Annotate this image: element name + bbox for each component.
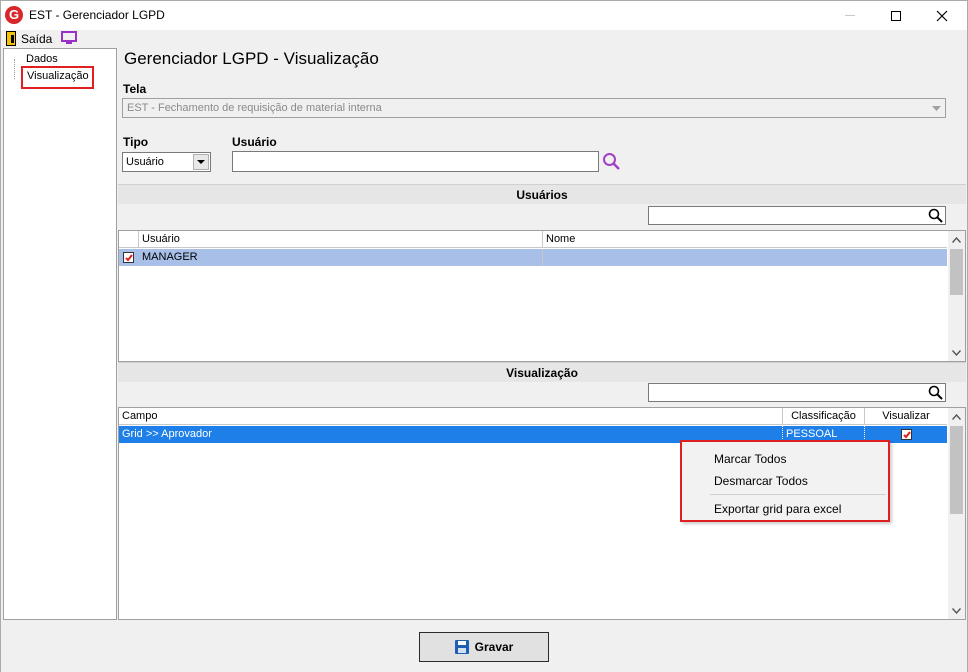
usuarios-search-input[interactable] [648,206,946,225]
usuarios-section-header: Usuários [118,184,966,204]
tree-item-visualizacao[interactable]: Visualização [21,66,94,89]
table-row[interactable]: MANAGER [119,249,947,266]
column-header-classificacao[interactable]: Classificação [783,408,865,425]
close-icon [936,10,948,21]
scroll-up-icon[interactable] [948,231,965,248]
menu-item-desmarcar-todos[interactable]: Desmarcar Todos [714,474,808,488]
exit-menu-item[interactable]: Saída [21,32,52,46]
tipo-select-value: Usuário [126,156,164,168]
search-icon[interactable] [928,385,943,400]
usuario-field[interactable] [232,151,599,172]
menu-item-marcar-todos[interactable]: Marcar Todos [714,452,786,466]
save-icon [454,640,469,654]
usuarios-grid-header: Usuário Nome [119,231,947,248]
app-logo-icon: G [5,6,23,24]
tipo-label: Tipo [123,135,149,149]
chevron-down-icon[interactable] [928,99,945,117]
navigation-tree: Dados Visualização [3,48,117,620]
exit-door-icon[interactable] [6,31,16,46]
checkmark-icon [901,430,911,439]
scroll-thumb[interactable] [950,249,963,295]
menu-bar: Saída [1,30,967,48]
column-header-campo[interactable]: Campo [119,408,783,425]
usuario-label: Usuário [232,135,277,149]
usuarios-grid-scrollbar[interactable] [948,231,965,361]
visualizacao-section-header: Visualização [118,362,966,382]
menu-item-exportar-excel[interactable]: Exportar grid para excel [714,502,841,516]
minimize-button[interactable] [827,1,873,30]
context-menu: Marcar Todos Desmarcar Todos Exportar gr… [680,440,890,522]
row-checkbox[interactable] [123,252,134,263]
visualizar-checkbox[interactable] [900,429,912,440]
page-title: Gerenciador LGPD - Visualização [124,49,379,68]
scroll-down-icon[interactable] [948,602,965,619]
tela-label: Tela [123,82,147,96]
tela-select-value: EST - Fechamento de requisição de materi… [127,102,382,114]
scroll-up-icon[interactable] [948,408,965,425]
tipo-select[interactable]: Usuário [122,152,211,172]
checkmark-icon [124,253,133,262]
app-window: G EST - Gerenciador LGPD Saída Dados Vis… [0,0,968,672]
search-icon[interactable] [602,152,621,171]
column-header-visualizar[interactable]: Visualizar [865,408,947,425]
title-bar: G EST - Gerenciador LGPD [1,1,967,30]
window-title: EST - Gerenciador LGPD [29,8,165,22]
nome-cell [543,249,947,266]
search-icon[interactable] [928,208,943,223]
monitor-icon[interactable] [61,31,77,45]
checkbox-column-header [119,231,139,248]
scroll-down-icon[interactable] [948,344,965,361]
menu-separator [710,494,886,495]
maximize-button[interactable] [873,1,919,30]
visualizacao-search-input[interactable] [648,383,946,402]
chevron-down-icon[interactable] [193,154,209,170]
usuarios-grid: Usuário Nome MANAGER [118,230,966,362]
scroll-thumb[interactable] [950,426,963,514]
visualizacao-grid-header: Campo Classificação Visualizar [119,408,947,425]
close-button[interactable] [919,1,965,30]
tree-item-dados[interactable]: Dados [26,53,58,65]
row-checkbox-cell[interactable] [119,249,139,266]
usuario-cell: MANAGER [139,249,543,266]
gravar-button[interactable]: Gravar [419,632,549,662]
minimize-icon [845,15,855,16]
maximize-icon [891,10,901,21]
column-header-usuario[interactable]: Usuário [139,231,543,248]
gravar-button-label: Gravar [474,640,514,654]
column-header-nome[interactable]: Nome [543,231,947,248]
tree-connector [14,59,15,79]
tela-select[interactable]: EST - Fechamento de requisição de materi… [122,98,946,118]
visualizacao-grid-scrollbar[interactable] [948,408,965,619]
